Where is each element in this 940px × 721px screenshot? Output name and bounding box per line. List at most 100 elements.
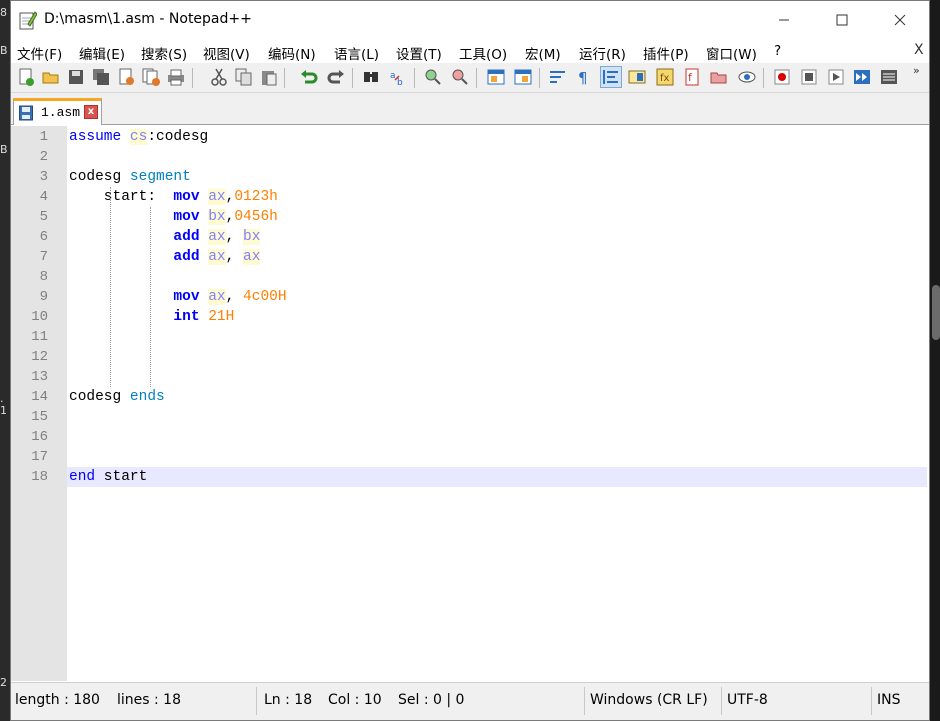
function-list-button[interactable]: fx [654, 66, 676, 88]
code-line[interactable]: 9 mov ax, 4c00H [11, 287, 929, 307]
code-line-text[interactable] [67, 347, 927, 367]
run-macro-multiple-button[interactable] [851, 66, 873, 88]
close-document-x[interactable]: X [914, 42, 924, 58]
code-line[interactable]: 2 [11, 147, 929, 167]
redo-button[interactable] [325, 66, 347, 88]
undo-button[interactable] [298, 66, 320, 88]
project-panel-button[interactable] [708, 66, 730, 88]
stop-macro-button[interactable] [798, 66, 820, 88]
doc-map-button[interactable] [626, 66, 648, 88]
menu-encoding[interactable]: 编码(N) [268, 43, 316, 63]
code-line[interactable]: 12 [11, 347, 929, 367]
play-macro-button[interactable] [825, 66, 847, 88]
menu-file[interactable]: 文件(F) [17, 43, 62, 63]
find-button[interactable] [360, 66, 382, 88]
menu-plugins[interactable]: 插件(P) [643, 43, 689, 63]
menu-macro[interactable]: 宏(M) [525, 43, 561, 63]
title-bar[interactable]: D:\masm\1.asm - Notepad++ [11, 1, 929, 39]
code-line[interactable]: 18 end start [11, 467, 929, 487]
show-all-chars-button[interactable]: ¶ [573, 66, 595, 88]
save-button[interactable] [65, 66, 87, 88]
code-line-text[interactable]: add ax, ax [67, 247, 927, 267]
status-encoding[interactable]: UTF-8 [727, 692, 768, 708]
cut-button[interactable] [208, 66, 230, 88]
code-line[interactable]: 14 codesg ends [11, 387, 929, 407]
code-line[interactable]: 13 [11, 367, 929, 387]
code-line[interactable]: 7 add ax, ax [11, 247, 929, 267]
new-file-button[interactable] [15, 66, 37, 88]
code-line-text[interactable]: mov ax, 4c00H [67, 287, 927, 307]
code-token-ins: mov [173, 189, 200, 205]
run-macro-multiple-icon [854, 70, 870, 84]
code-line[interactable]: 6 add ax, bx [11, 227, 929, 247]
code-line[interactable]: 1 assume cs:codesg [11, 127, 929, 147]
code-line[interactable]: 16 [11, 427, 929, 447]
print-button[interactable] [165, 66, 187, 88]
code-line-text[interactable] [67, 407, 927, 427]
menu-language[interactable]: 语言(L) [334, 43, 379, 63]
sync-vertical-button[interactable] [485, 66, 507, 88]
minimize-icon [779, 19, 789, 21]
code-line-text[interactable]: codesg segment [67, 167, 927, 187]
menu-window[interactable]: 窗口(W) [706, 43, 757, 63]
monitoring-button[interactable] [736, 66, 758, 88]
save-all-button[interactable] [90, 66, 112, 88]
code-line-text[interactable]: mov bx,0456h [67, 207, 927, 227]
close-all-button[interactable] [140, 66, 162, 88]
zoom-out-button[interactable] [449, 66, 471, 88]
folder-as-workspace-button[interactable]: f [681, 66, 703, 88]
code-token-id [69, 229, 173, 245]
code-line-text[interactable]: codesg ends [67, 387, 927, 407]
toolbar-separator [476, 68, 477, 88]
copy-button[interactable] [233, 66, 255, 88]
code-line[interactable]: 11 [11, 327, 929, 347]
code-line-text[interactable]: int 21H [67, 307, 927, 327]
open-file-button[interactable] [40, 66, 62, 88]
save-macro-button[interactable] [878, 66, 900, 88]
zoom-in-button[interactable] [422, 66, 444, 88]
menu-help[interactable]: ? [774, 43, 781, 59]
minimize-button[interactable] [755, 1, 813, 39]
code-line-text[interactable]: assume cs:codesg [67, 127, 927, 147]
close-window-button[interactable] [871, 1, 929, 39]
code-line-text[interactable] [67, 447, 927, 467]
code-line-text[interactable] [67, 147, 927, 167]
code-line[interactable]: 5 mov bx,0456h [11, 207, 929, 227]
toolbar-overflow-chevron[interactable]: » [913, 64, 920, 77]
replace-button[interactable]: ab [387, 66, 409, 88]
code-line[interactable]: 3 codesg segment [11, 167, 929, 187]
line-number: 6 [39, 229, 48, 245]
menu-run[interactable]: 运行(R) [579, 43, 626, 63]
record-macro-button[interactable] [771, 66, 793, 88]
code-token-kw: assume [69, 129, 122, 145]
menu-tools[interactable]: 工具(O) [459, 43, 507, 63]
code-line[interactable]: 4 start: mov ax,0123h [11, 187, 929, 207]
menu-settings[interactable]: 设置(T) [396, 43, 442, 63]
close-file-button[interactable] [115, 66, 137, 88]
maximize-button[interactable] [813, 1, 871, 39]
code-line[interactable]: 8 [11, 267, 929, 287]
code-line-text[interactable] [67, 327, 927, 347]
status-eol-format[interactable]: Windows (CR LF) [590, 692, 708, 708]
code-line-text[interactable] [67, 267, 927, 287]
tab-close-button[interactable]: x [84, 105, 98, 119]
code-line[interactable]: 10 int 21H [11, 307, 929, 327]
code-line-text[interactable] [67, 367, 927, 387]
status-insert-mode[interactable]: INS [877, 692, 901, 708]
menu-edit[interactable]: 编辑(E) [79, 43, 125, 63]
code-line[interactable]: 15 [11, 407, 929, 427]
code-line-text[interactable]: end start [67, 467, 927, 487]
menu-search[interactable]: 搜索(S) [141, 43, 187, 63]
window-title: D:\masm\1.asm - Notepad++ [44, 11, 252, 27]
editor[interactable]: 1 assume cs:codesg 2 3 codesg segment 4 start… [11, 126, 929, 681]
code-line-text[interactable]: add ax, bx [67, 227, 927, 247]
word-wrap-button[interactable] [547, 66, 569, 88]
paste-button[interactable] [258, 66, 280, 88]
code-line-text[interactable] [67, 427, 927, 447]
menu-view[interactable]: 视图(V) [203, 43, 250, 63]
code-line-text[interactable]: start: mov ax,0123h [67, 187, 927, 207]
tab-1-asm[interactable]: 1.asm x [13, 98, 102, 125]
code-line[interactable]: 17 [11, 447, 929, 467]
indent-guide-button[interactable] [600, 66, 622, 88]
sync-horizontal-button[interactable] [512, 66, 534, 88]
